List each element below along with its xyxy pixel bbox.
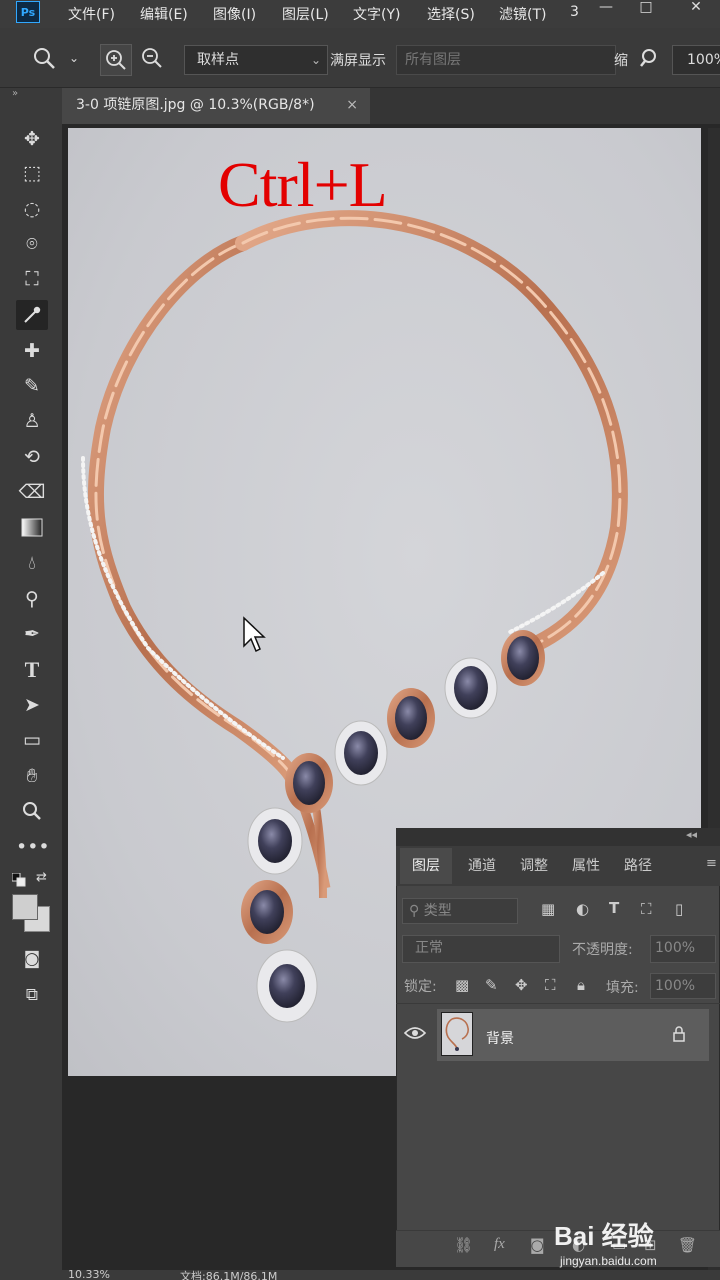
zoom-in-button[interactable] [100, 44, 132, 76]
sample-size-select[interactable]: 取样点 ⌄ [184, 45, 328, 75]
mouse-cursor-icon [243, 616, 266, 653]
document-tab-title: 3-0 项链原图.jpg @ 10.3%(RGB/8*) [76, 97, 315, 113]
layer-lock-icon [672, 1026, 686, 1046]
panel-header-strip: ◂◂ [396, 828, 720, 846]
collapse-panel-icon[interactable]: » [12, 88, 18, 99]
brush-tool-icon[interactable]: ✎ [16, 371, 48, 401]
menu-edit[interactable]: 编辑(E) [140, 4, 188, 24]
lock-transparency-icon[interactable]: ▩ [455, 976, 469, 994]
eraser-tool-icon[interactable]: ⌫ [16, 477, 48, 507]
status-bar: 10.33% 文档:86.1M/86.1M [62, 1270, 720, 1280]
hand-tool-icon[interactable]: ✋︎ [16, 761, 48, 791]
baidu-watermark-url: jingyan.baidu.com [560, 1254, 657, 1268]
menu-file[interactable]: 文件(F) [68, 4, 115, 24]
chevron-down-icon: ⌄ [310, 53, 321, 67]
filter-shape-icon[interactable]: ⛶ [641, 900, 652, 918]
photoshop-logo: Ps [16, 1, 40, 23]
menu-select[interactable]: 选择(S) [427, 4, 475, 24]
lock-artboard-icon[interactable]: ⛶ [545, 976, 556, 994]
zoom-tool-icon[interactable] [30, 44, 58, 72]
add-mask-icon[interactable]: ◙ [530, 1236, 545, 1254]
screen-mode-icon[interactable]: ⧉ [16, 980, 48, 1010]
fill-label: 填充: [606, 980, 639, 996]
swap-colors-icon[interactable]: ⇄ [36, 870, 47, 885]
clone-stamp-icon[interactable]: ♙ [16, 406, 48, 436]
more-tools-icon[interactable]: ••• [16, 832, 50, 862]
path-selection-icon[interactable]: ➤ [16, 690, 48, 720]
zoom-tool-icon-left[interactable] [16, 796, 48, 826]
panel-divider [396, 1003, 720, 1004]
menu-type[interactable]: 文字(Y) [353, 4, 400, 24]
filter-type-icon[interactable]: T [609, 899, 619, 917]
lock-all-icon[interactable]: 🔒︎ [577, 976, 585, 994]
document-tab[interactable]: 3-0 项链原图.jpg @ 10.3%(RGB/8*) × [62, 88, 370, 124]
layer-thumbnail[interactable] [441, 1012, 473, 1056]
pen-tool-icon[interactable]: ✒ [16, 619, 48, 649]
gradient-tool-icon[interactable] [16, 513, 48, 543]
fill-field[interactable]: 100% [650, 973, 716, 999]
layer-row-background[interactable] [437, 1009, 709, 1061]
move-tool-icon[interactable]: ✥ [16, 124, 48, 154]
tab-paths[interactable]: 路径 [614, 848, 662, 884]
opacity-label: 不透明度: [572, 942, 633, 958]
dodge-tool-icon[interactable]: ⚲ [16, 584, 48, 614]
close-tab-icon[interactable]: × [346, 88, 358, 122]
blend-mode-select[interactable]: 正常 [402, 935, 560, 963]
sample-layers-select[interactable]: 所有图层 [396, 45, 616, 75]
menu-layer[interactable]: 图层(L) [282, 4, 329, 24]
menu-image[interactable]: 图像(I) [213, 4, 256, 24]
zoom-out-button[interactable] [138, 44, 166, 72]
layer-name[interactable]: 背景 [486, 1028, 514, 1048]
scrubby-zoom-label[interactable]: 缩 [614, 50, 628, 70]
lock-label: 锁定: [404, 979, 437, 995]
tool-preset-chevron-icon[interactable]: ⌄ [60, 44, 88, 72]
panel-menu-icon[interactable]: ≡ [706, 856, 717, 871]
collapse-panel-icon[interactable]: ◂◂ [686, 828, 697, 841]
blur-tool-icon[interactable]: 💧︎ [16, 548, 48, 578]
lock-pixels-icon[interactable]: ✎ [485, 976, 498, 994]
default-colors-icon[interactable] [11, 872, 26, 887]
tab-adjustments[interactable]: 调整 [510, 848, 558, 884]
filter-smart-object-icon[interactable]: ▯ [675, 900, 683, 918]
search-icon: ⚲ [409, 903, 424, 919]
tab-layers[interactable]: 图层 [400, 848, 452, 884]
type-tool-icon[interactable]: T [16, 655, 48, 685]
menu-3d[interactable]: 3 [570, 4, 579, 20]
link-layers-icon[interactable]: ⛓︎ [454, 1236, 473, 1254]
tab-channels[interactable]: 通道 [458, 848, 506, 884]
visibility-eye-icon[interactable] [403, 1025, 427, 1044]
shortcut-overlay-text: Ctrl+L [218, 149, 388, 220]
layer-filter-label: 类型 [423, 903, 452, 919]
marquee-tool-icon[interactable]: ⬚ [16, 158, 48, 188]
history-brush-icon[interactable]: ⟲ [16, 442, 48, 472]
eyedropper-tool-icon[interactable] [16, 300, 48, 330]
status-zoom[interactable]: 10.33% [68, 1270, 110, 1280]
opacity-field[interactable]: 100% [650, 935, 716, 963]
sample-size-value: 取样点 [197, 52, 239, 68]
rectangle-tool-icon[interactable]: ▭ [16, 725, 48, 755]
quick-mask-icon[interactable]: ◙ [16, 944, 48, 974]
filter-adjustment-icon[interactable]: ◐ [576, 900, 589, 918]
lasso-tool-icon[interactable]: ◌ [16, 194, 48, 224]
foreground-color-swatch[interactable] [12, 894, 38, 920]
close-window-button[interactable]: ✕ [680, 0, 712, 18]
lock-position-icon[interactable]: ✥ [515, 976, 528, 994]
quick-selection-icon[interactable]: ⌾ [16, 229, 48, 259]
search-icon[interactable] [636, 44, 664, 72]
fill-screen-label[interactable]: 满屏显示 [330, 50, 386, 70]
status-doc-size: 文档:86.1M/86.1M [180, 1270, 278, 1280]
menu-filter[interactable]: 滤镜(T) [499, 4, 546, 24]
baidu-watermark: Bai 经验 [554, 1221, 654, 1251]
zoom-percent-field[interactable]: 100% [672, 45, 720, 75]
filter-pixel-icon[interactable]: ▦ [541, 900, 555, 918]
healing-brush-icon[interactable]: ✚ [16, 336, 48, 366]
maximize-button[interactable]: □ [630, 0, 662, 18]
delete-layer-icon[interactable]: 🗑︎ [678, 1236, 697, 1254]
layer-style-icon[interactable]: fx [494, 1236, 505, 1253]
layer-filter-select[interactable]: ⚲ 类型 [402, 898, 518, 924]
minimize-button[interactable]: — [590, 0, 622, 18]
crop-tool-icon[interactable]: ⛶ [16, 264, 48, 294]
tab-properties[interactable]: 属性 [562, 848, 610, 884]
